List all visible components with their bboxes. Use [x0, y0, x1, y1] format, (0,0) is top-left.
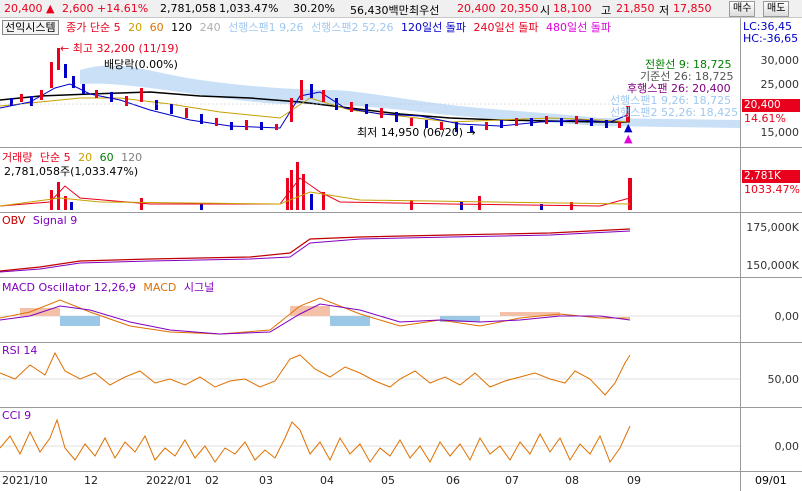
- volume-panel[interactable]: 거래량 단순 5 20 60 120 2,781,058주(1,033.47%): [0, 148, 740, 213]
- legend-ma20: 20: [128, 21, 143, 34]
- legend-240-break: 240일선 돌파: [473, 21, 539, 34]
- volume: 2,781,058: [160, 2, 216, 15]
- current-price: 20,400: [4, 2, 43, 15]
- tick-175000k: 175,000K: [746, 221, 799, 234]
- price-tag: 20,400: [742, 99, 800, 112]
- price-chart-panel[interactable]: ▲ ▲ 선익시스템 종가 단순 5 20 60 120 240 선행스팬1 9,…: [0, 18, 740, 148]
- pct-tag: 14.61%: [744, 112, 786, 125]
- best-ask: 20,400: [457, 2, 496, 15]
- x-tick: 02: [205, 474, 219, 487]
- legend-span2: 선행스팬2 52,26: [311, 21, 394, 34]
- x-tick: 03: [259, 474, 273, 487]
- legend-ma120: 120: [171, 21, 193, 34]
- rsi-panel[interactable]: RSI 14: [0, 343, 740, 408]
- price-change: 2,600: [62, 2, 94, 15]
- tick-macd-zero: 0,00: [774, 310, 800, 323]
- tick-cci-zero: 0,00: [774, 440, 800, 453]
- turnover: 30.20%: [293, 2, 335, 15]
- legend-120-break: 120일선 돌파: [401, 21, 467, 34]
- volume-scale: 2,781K 1033.47%: [740, 148, 802, 213]
- best-ask-label: 최우선: [409, 4, 440, 17]
- x-tick: 08: [565, 474, 579, 487]
- price-scale: LC:36,45 HC:-36,65 30,000 25,000 20,400 …: [740, 18, 802, 148]
- obv-signal-line: [0, 230, 631, 273]
- quote-bar: 20,400 ▲ 2,600 +14.61% 2,781,058 1,033.4…: [0, 0, 802, 18]
- legend-macd: MACD: [143, 281, 177, 294]
- legend-macd-signal: 시그널: [183, 281, 215, 294]
- low-price: 17,850: [673, 2, 712, 15]
- macd-panel[interactable]: MACD Oscillator 12,26,9 MACD 시그널: [0, 278, 740, 343]
- sell-button[interactable]: 매도: [763, 1, 790, 17]
- low-label: 저: [659, 4, 670, 17]
- tick-rsi-50: 50,00: [767, 373, 800, 386]
- x-axis-right: 09/01: [740, 471, 802, 491]
- macd-scale: 0,00: [740, 278, 802, 343]
- legend-ma5: 종가 단순 5: [66, 21, 121, 34]
- tick-25000: 25,000: [760, 78, 800, 91]
- trade-amount: 56,430백만: [350, 4, 409, 17]
- tick-30000: 30,000: [760, 54, 800, 67]
- open-label: 시: [540, 4, 551, 17]
- high-label: 고: [601, 4, 612, 17]
- x-tick: 04: [320, 474, 334, 487]
- rsi-svg: [0, 351, 740, 396]
- legend-ma60: 60: [149, 21, 164, 34]
- legend-span1: 선행스팬1 9,26: [228, 21, 304, 34]
- legend-cci: CCI 9: [2, 409, 32, 422]
- x-tick: 2021/10: [2, 474, 48, 487]
- x-axis: 2021/10 12 2022/01 02 03 04 05 06 07 08 …: [0, 471, 740, 491]
- tick-150000k: 150,000K: [746, 259, 799, 272]
- cci-line: [0, 418, 631, 464]
- cci-panel[interactable]: CCI 9: [0, 408, 740, 472]
- up-arrow-icon: ▲: [46, 2, 55, 15]
- dividend-label: 배당락(0.00%): [104, 58, 178, 71]
- obv-panel[interactable]: OBV Signal 9: [0, 213, 740, 278]
- high-price: 21,850: [616, 2, 655, 15]
- best-bid: 20,350: [500, 2, 539, 15]
- x-tick: 09: [627, 474, 641, 487]
- rsi-scale: 50,00: [740, 343, 802, 408]
- legend-rsi: RSI 14: [2, 344, 38, 357]
- obv-legend: OBV Signal 9: [2, 214, 81, 227]
- cci-scale: 0,00: [740, 408, 802, 472]
- x-axis-date: 09/01: [755, 474, 787, 487]
- buy-button[interactable]: 매수: [729, 1, 756, 17]
- ichimoku-span2: 선행스팬2 52,26: 18,425: [610, 106, 739, 119]
- price-change-pct: +14.61%: [97, 2, 149, 15]
- volume-ratio: 1,033.47%: [219, 2, 279, 15]
- low-marker: 최저 14,950 (06/20) →: [357, 126, 476, 139]
- legend-obv-signal: Signal 9: [32, 214, 78, 227]
- legend-macd-osc: MACD Oscillator 12,26,9: [2, 281, 136, 294]
- obv-svg: [0, 228, 631, 273]
- rsi-line: [0, 351, 631, 396]
- scale-hc: HC:-36,65: [743, 32, 799, 45]
- volume-tag: 2,781K: [742, 170, 800, 183]
- x-tick: 05: [381, 474, 395, 487]
- cci-legend: CCI 9: [2, 409, 35, 422]
- volume-tag2: 1033.47%: [744, 183, 800, 196]
- price-legend: 선익시스템 종가 단순 5 20 60 120 240 선행스팬1 9,26 선…: [2, 19, 615, 35]
- system-label[interactable]: 선익시스템: [2, 20, 59, 35]
- tick-15000: 15,000: [760, 126, 800, 139]
- x-tick: 12: [84, 474, 98, 487]
- volume-info: 2,781,058주(1,033.47%): [4, 165, 139, 178]
- legend-ma240: 240: [199, 21, 221, 34]
- legend-obv: OBV: [2, 214, 26, 227]
- x-tick: 06: [446, 474, 460, 487]
- open-price: 18,100: [553, 2, 592, 15]
- rsi-legend: RSI 14: [2, 344, 41, 357]
- x-tick: 2022/01: [146, 474, 192, 487]
- signal-480-icon: ▲: [624, 132, 633, 145]
- legend-480-break: 480일선 돌파: [546, 21, 611, 34]
- macd-legend: MACD Oscillator 12,26,9 MACD 시그널: [2, 279, 218, 295]
- x-tick: 07: [505, 474, 519, 487]
- cci-svg: [0, 418, 740, 464]
- high-marker: ← 최고 32,200 (11/19): [60, 42, 179, 55]
- obv-scale: 175,000K 150,000K: [740, 213, 802, 278]
